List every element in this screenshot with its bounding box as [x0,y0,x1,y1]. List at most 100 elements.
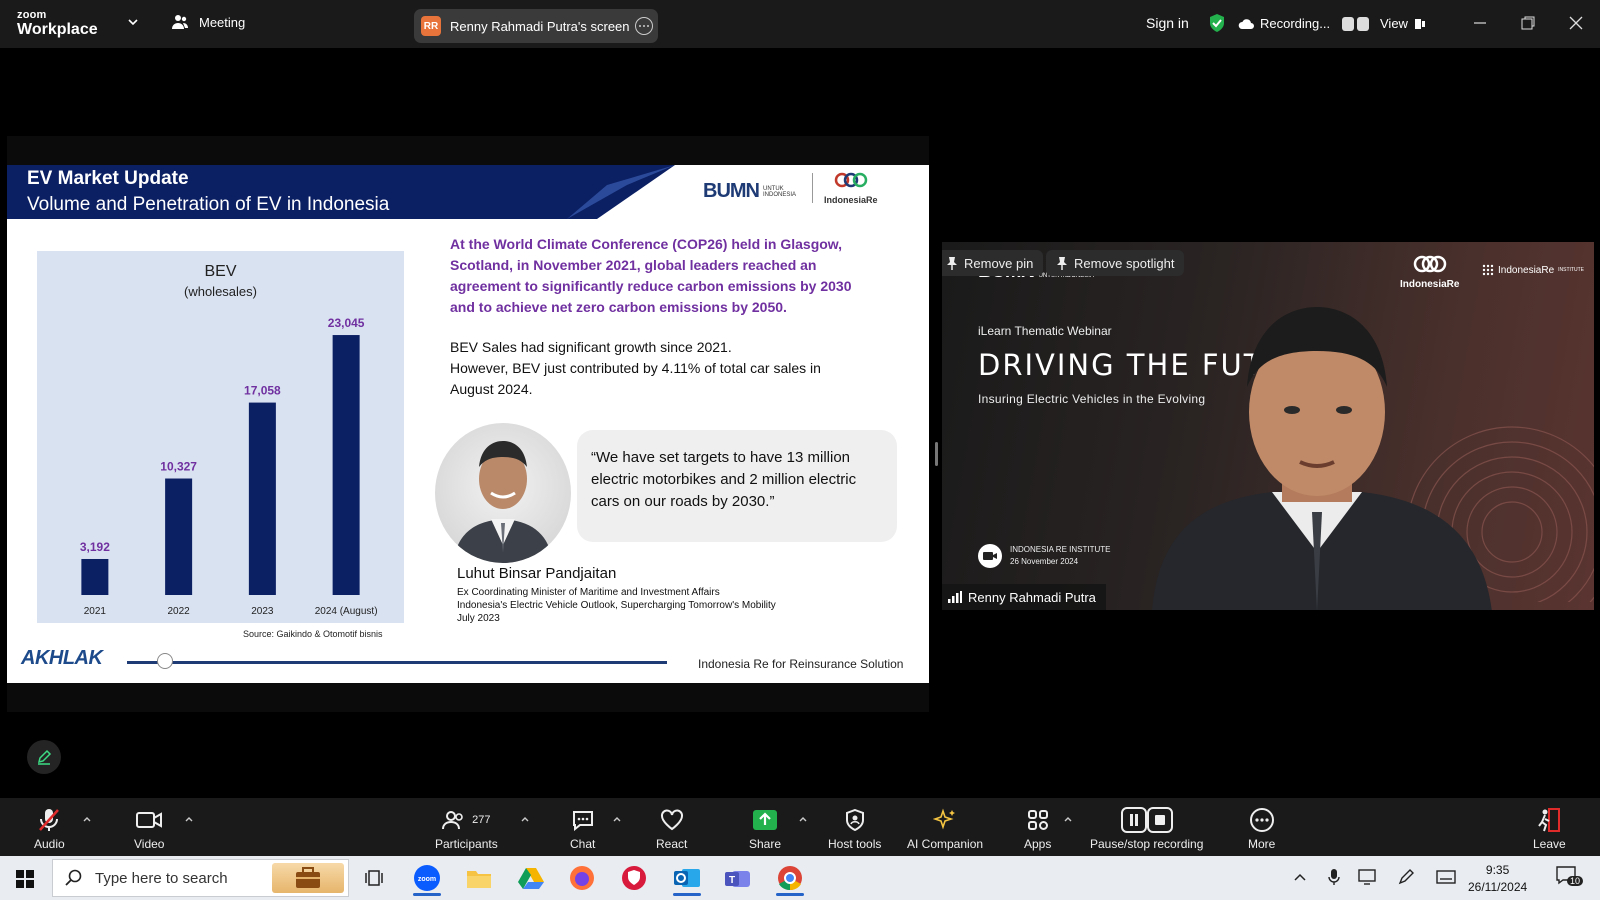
bg-indonesia-re-institute-text: IndonesiaRe [1498,264,1555,276]
notification-count: 10 [1567,876,1584,886]
restore-icon[interactable] [1520,15,1536,31]
cop26-line: At the World Climate Conference (COP26) … [450,236,843,252]
more-button[interactable]: More [1248,806,1275,851]
slide-subtitle: Volume and Penetration of EV in Indonesi… [27,194,390,215]
remove-spotlight-label: Remove spotlight [1074,255,1175,271]
video-label: Video [134,837,165,851]
quote-bubble: “We have set targets to have 13 million … [577,430,897,542]
task-view-icon[interactable] [352,860,396,896]
pause-stop-recording-button[interactable]: Pause/stop recording [1090,806,1203,851]
file-explorer-icon[interactable] [457,860,501,896]
participants-button[interactable]: 277 Participants [435,806,498,851]
chevron-up-icon[interactable] [798,814,808,824]
zoom-workplace-logo: zoom Workplace [17,10,98,38]
footer-rule [127,661,667,664]
chat-label: Chat [570,837,596,851]
bar-2021 [81,558,109,595]
share-screen-icon [753,810,778,830]
search-placeholder: Type here to search [95,869,228,887]
chevron-down-icon[interactable] [127,16,139,28]
chevron-up-icon[interactable] [612,814,622,824]
apps-icon [1027,810,1048,830]
bumn-logo-text: BUMN [703,180,760,202]
shared-screen-indicator[interactable]: RR Renny Rahmadi Putra's screen [414,9,658,43]
speaker-video-tile[interactable]: BUMN UNTUK INDONESIA IndonesiaRe Indones… [942,242,1594,610]
firefox-icon[interactable] [560,860,604,896]
bev-sales-paragraph: BEV Sales had significant growth since 2… [450,337,893,400]
title-bar: zoom Workplace Meeting RR Renny Rahmadi … [0,0,1600,48]
bg-institute-tag: INSTITUTE [1558,267,1584,273]
chevron-up-icon[interactable] [82,814,92,824]
microphone-tray-icon[interactable] [1328,868,1340,886]
bar-2022 [165,478,193,595]
pause-recording-icon[interactable] [1342,16,1355,31]
bg-institute-name: INDONESIA RE INSTITUTE [1010,545,1111,554]
spotlight-icon [1057,257,1067,270]
apps-button[interactable]: Apps [1024,806,1051,851]
more-label: More [1248,837,1276,851]
slide-control-icon[interactable] [157,653,173,669]
clock-date: 26/11/2024 [1468,880,1528,894]
ai-companion-button[interactable]: AI Companion [907,806,983,851]
taskbar-clock[interactable]: 9:35 26/11/2024 [1468,862,1527,896]
akhlak-logo: AKHLAK [21,647,103,669]
minimize-icon[interactable] [1472,15,1488,31]
view-label: View [1380,16,1408,31]
search-icon [65,869,82,886]
google-drive-icon[interactable] [509,860,553,896]
video-button[interactable]: Video [134,806,164,851]
video-camera-icon [136,812,163,828]
meeting-menu[interactable]: Meeting [171,14,245,30]
teams-icon[interactable]: T [716,860,760,896]
search-highlight-image [272,863,344,893]
share-button[interactable]: Share [749,806,781,851]
bev-chart-panel: BEV (wholesales) 3,192 2021 10,327 2022 17,0… [37,251,404,623]
remove-spotlight-button[interactable]: Remove spotlight [1046,250,1185,276]
react-button[interactable]: React [656,806,687,851]
grid-dots-icon [1482,264,1494,276]
leave-button[interactable]: Leave [1533,806,1566,851]
panel-resize-handle[interactable] [935,442,938,466]
annotate-button[interactable] [27,740,61,774]
x-tick-label: 2022 [168,606,191,617]
display-tray-icon[interactable] [1358,868,1378,886]
show-hidden-icons-icon[interactable] [1293,872,1307,882]
chevron-up-icon[interactable] [184,814,194,824]
close-icon[interactable] [1568,15,1584,31]
windows-taskbar: Type here to search zoom T 9:35 26/11/20… [0,856,1600,900]
stop-recording-icon[interactable] [1357,16,1370,31]
audio-button[interactable]: Audio [34,806,65,851]
security-app-icon[interactable] [612,860,656,896]
bumn-logo: BUMN UNTUK INDONESIA [703,180,796,203]
chat-button[interactable]: Chat [570,806,595,851]
keyboard-tray-icon[interactable] [1436,868,1456,886]
chrome-icon[interactable] [768,860,812,896]
windows-start-icon[interactable] [16,870,34,888]
taskbar-search[interactable]: Type here to search [52,859,349,897]
pen-tray-icon[interactable] [1397,868,1415,886]
participants-icon [442,811,463,830]
svg-text:T: T [729,875,735,886]
host-tools-button[interactable]: Host tools [828,806,881,851]
pin-icon [947,257,957,270]
outlook-icon[interactable] [665,860,709,896]
encryption-shield-icon[interactable] [1208,13,1226,33]
slide-title: EV Market Update [27,168,189,189]
recording-indicator[interactable]: Recording... [1238,16,1370,31]
view-menu[interactable]: View [1380,16,1426,31]
sign-in-link[interactable]: Sign in [1146,15,1189,31]
speaker-person [1152,307,1492,610]
more-options-icon[interactable] [635,17,653,35]
bar-data-label: 3,192 [80,540,110,554]
chevron-up-icon[interactable] [520,814,530,824]
chevron-up-icon[interactable] [1063,814,1073,824]
participants-count: 277 [472,814,491,826]
remove-pin-button[interactable]: Remove pin [942,250,1044,276]
notifications-button[interactable]: 10 [1555,864,1584,890]
leave-icon [1538,808,1561,832]
speaker-source: Indonesia's Electric Vehicle Outlook, Su… [457,600,776,611]
zoom-app-icon[interactable]: zoom [405,860,449,896]
chart-source: Source: Gaikindo & Otomotif bisnis [243,629,383,639]
bg-ilearn-label: iLearn Thematic Webinar [978,324,1112,338]
footer-text: Indonesia Re for Reinsurance Solution [698,657,904,671]
